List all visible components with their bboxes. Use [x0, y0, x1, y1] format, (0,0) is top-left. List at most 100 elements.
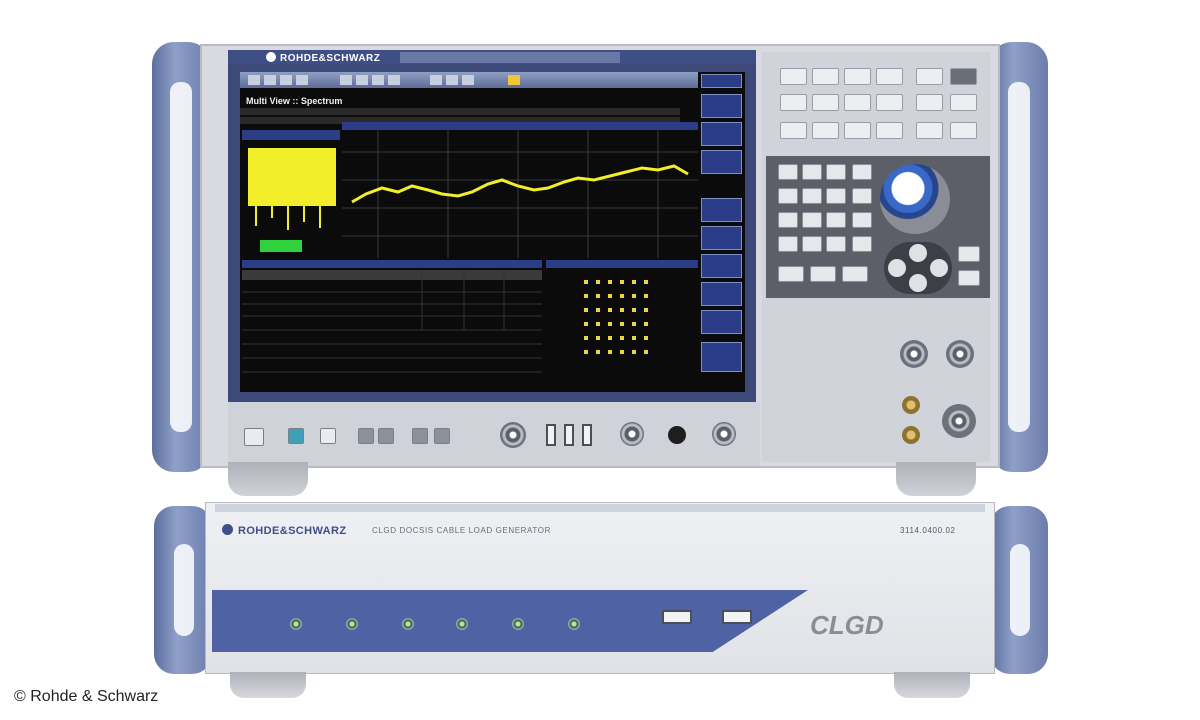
softkey[interactable]	[701, 74, 742, 88]
function-key[interactable]	[876, 68, 903, 85]
keypad-key[interactable]	[826, 236, 846, 252]
keypad-key[interactable]	[802, 164, 822, 180]
keypad-key[interactable]	[778, 164, 798, 180]
softkey[interactable]	[701, 94, 742, 118]
power-button[interactable]	[244, 428, 264, 446]
usb-port[interactable]	[722, 610, 752, 624]
softkey[interactable]	[701, 226, 742, 250]
rf-connector[interactable]	[620, 422, 644, 446]
function-key[interactable]	[844, 94, 871, 111]
arrow-left-icon[interactable]	[888, 259, 906, 277]
softkey[interactable]	[701, 150, 742, 174]
usb-port[interactable]	[546, 424, 556, 446]
rs-logo-icon	[266, 52, 276, 62]
function-key[interactable]	[780, 68, 807, 85]
softkey[interactable]	[701, 198, 742, 222]
keypad-key[interactable]	[852, 212, 872, 228]
front-button[interactable]	[320, 428, 336, 444]
front-button[interactable]	[412, 428, 428, 444]
function-key[interactable]	[950, 94, 977, 111]
analyzer-model-strip	[400, 52, 620, 63]
keypad-key[interactable]	[778, 188, 798, 204]
status-led	[346, 618, 358, 630]
status-led	[456, 618, 468, 630]
toolbar-button[interactable]	[446, 75, 458, 85]
keypad-key[interactable]	[826, 188, 846, 204]
function-key[interactable]	[876, 122, 903, 139]
keypad-key[interactable]	[802, 212, 822, 228]
analyzer-foot	[896, 462, 976, 496]
toolbar-button[interactable]	[508, 75, 520, 85]
analyzer-brand: ROHDE&SCHWARZ	[266, 52, 380, 64]
function-key[interactable]	[916, 122, 943, 139]
function-key[interactable]	[812, 94, 839, 111]
function-key[interactable]	[844, 122, 871, 139]
rf-connector[interactable]	[712, 422, 736, 446]
function-key[interactable]	[950, 68, 977, 85]
analyzer-brand-text: ROHDE&SCHWARZ	[280, 53, 381, 64]
softkey[interactable]	[701, 122, 742, 146]
toolbar-button[interactable]	[248, 75, 260, 85]
arrow-up-icon[interactable]	[909, 244, 927, 262]
toolbar-button[interactable]	[340, 75, 352, 85]
analyzer-foot	[228, 462, 308, 496]
function-key[interactable]	[916, 94, 943, 111]
keypad-key[interactable]	[778, 236, 798, 252]
function-key[interactable]	[812, 68, 839, 85]
function-key[interactable]	[844, 68, 871, 85]
keypad-key[interactable]	[842, 266, 868, 282]
keypad-key[interactable]	[802, 188, 822, 204]
toolbar-button[interactable]	[296, 75, 308, 85]
keypad-key[interactable]	[826, 164, 846, 180]
info-row	[240, 108, 680, 115]
keypad-key[interactable]	[826, 212, 846, 228]
keypad-key[interactable]	[852, 188, 872, 204]
softkey[interactable]	[701, 342, 742, 372]
softkey-column	[698, 72, 745, 392]
keypad-key[interactable]	[852, 236, 872, 252]
usb-port[interactable]	[662, 610, 692, 624]
front-button[interactable]	[378, 428, 394, 444]
keypad-key[interactable]	[778, 266, 804, 282]
preset-button[interactable]	[288, 428, 304, 444]
toolbar-button[interactable]	[264, 75, 276, 85]
front-button[interactable]	[358, 428, 374, 444]
volume-knob[interactable]	[500, 422, 526, 448]
status-led	[402, 618, 414, 630]
function-key[interactable]	[812, 122, 839, 139]
keypad-key[interactable]	[778, 212, 798, 228]
softkey[interactable]	[701, 310, 742, 334]
function-key[interactable]	[876, 94, 903, 111]
toolbar-button[interactable]	[430, 75, 442, 85]
usb-port[interactable]	[582, 424, 592, 446]
spectrum-trace	[351, 164, 689, 204]
keypad-key[interactable]	[958, 246, 980, 262]
rf-connector[interactable]	[668, 426, 686, 444]
toolbar-button[interactable]	[356, 75, 368, 85]
function-key[interactable]	[950, 122, 977, 139]
keypad-key[interactable]	[958, 270, 980, 286]
softkey[interactable]	[701, 282, 742, 306]
toolbar-button[interactable]	[280, 75, 292, 85]
usb-port[interactable]	[564, 424, 574, 446]
keypad-key[interactable]	[802, 236, 822, 252]
front-button[interactable]	[434, 428, 450, 444]
arrow-down-icon[interactable]	[909, 274, 927, 292]
toolbar-button[interactable]	[462, 75, 474, 85]
toolbar-button[interactable]	[388, 75, 400, 85]
smb-connector[interactable]	[902, 426, 920, 444]
arrow-right-icon[interactable]	[930, 259, 948, 277]
smb-connector[interactable]	[902, 396, 920, 414]
rf-input-connector[interactable]	[942, 404, 976, 438]
softkey[interactable]	[701, 254, 742, 278]
keypad-key[interactable]	[852, 164, 872, 180]
rf-connector[interactable]	[946, 340, 974, 368]
toolbar-button[interactable]	[372, 75, 384, 85]
rf-connector[interactable]	[900, 340, 928, 368]
function-key[interactable]	[780, 122, 807, 139]
function-key[interactable]	[916, 68, 943, 85]
keypad-key[interactable]	[810, 266, 836, 282]
function-key[interactable]	[780, 94, 807, 111]
generator-serial: 3114.0400.02	[900, 526, 956, 535]
rotary-knob[interactable]	[880, 164, 950, 234]
